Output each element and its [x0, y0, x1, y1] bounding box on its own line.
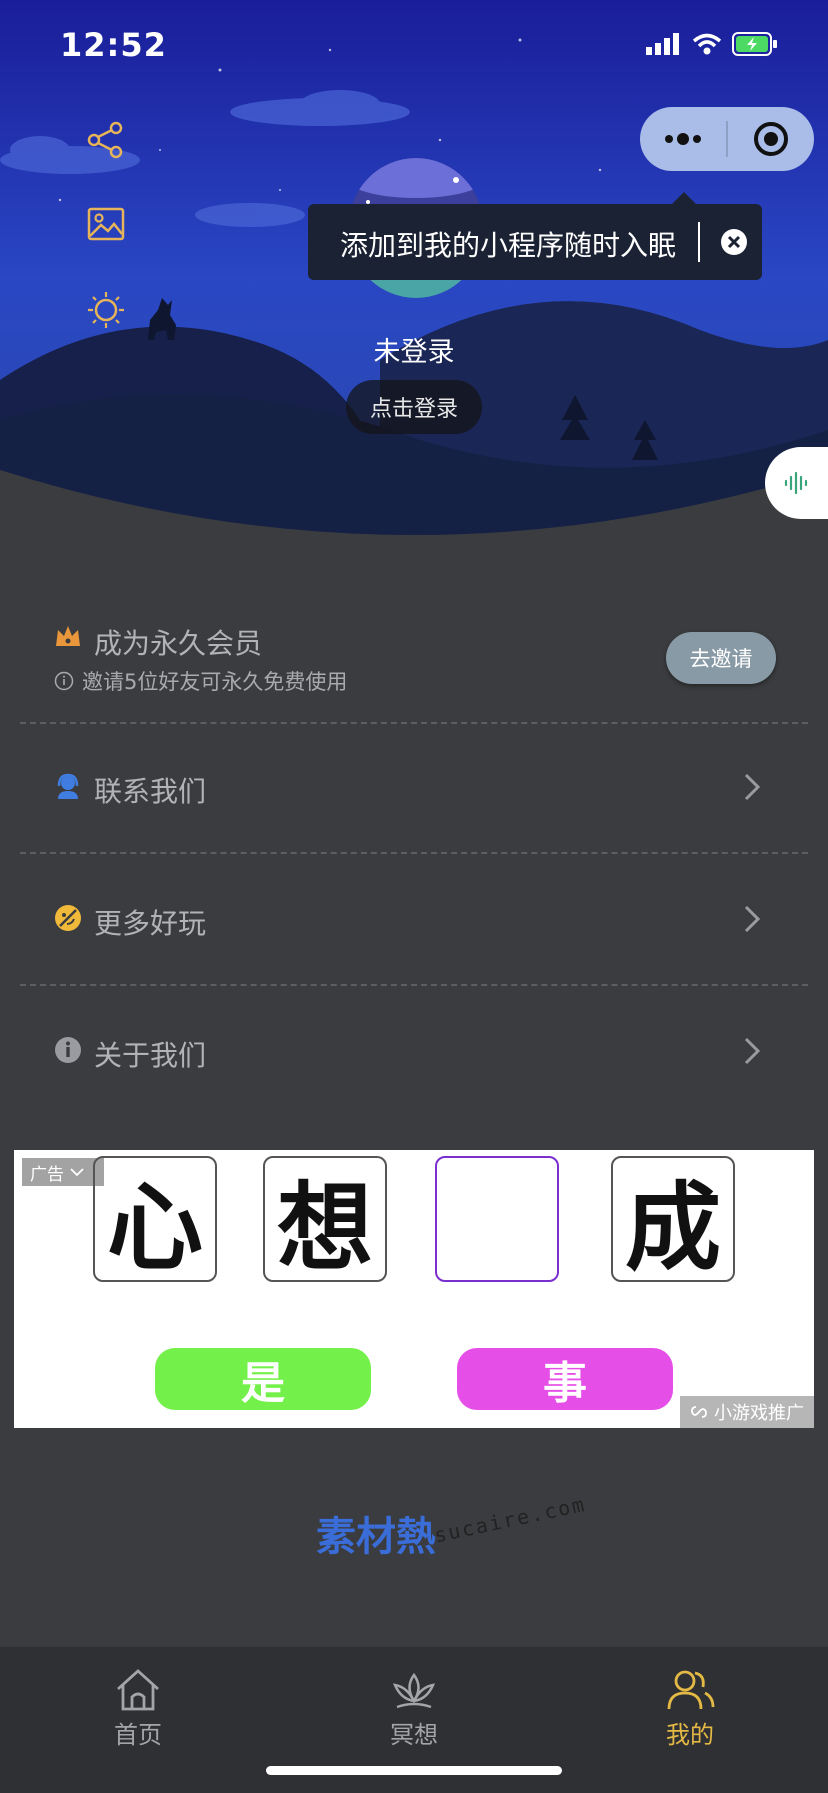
target-icon: [754, 122, 788, 156]
battery-icon: [732, 32, 777, 56]
tab-mine[interactable]: 我的: [630, 1667, 750, 1750]
theme-button[interactable]: [86, 290, 126, 330]
home-indicator[interactable]: [266, 1766, 562, 1775]
ad-source: 小游戏推广: [680, 1396, 814, 1428]
ad-label-text: 广告: [30, 1164, 64, 1185]
menu-item-label: 更多好玩: [94, 907, 207, 940]
user-icon: [667, 1670, 715, 1710]
membership-row: 成为永久会员 邀请5位好友可永久免费使用 去邀请: [20, 612, 808, 722]
image-button[interactable]: [86, 204, 126, 244]
sun-icon: [88, 292, 124, 328]
chevron-right-icon: [744, 1037, 761, 1065]
nickname: 未登录: [373, 337, 455, 368]
tab-home[interactable]: 首页: [78, 1667, 198, 1750]
more-button[interactable]: [640, 107, 726, 171]
link-icon: [691, 1406, 707, 1418]
idiom-blank: [435, 1156, 559, 1282]
chevron-down-icon: [70, 1168, 84, 1177]
idiom-char: 成: [611, 1156, 735, 1284]
image-icon: [87, 207, 125, 241]
watermark: 素材熱 sucaire.com: [316, 1492, 588, 1590]
membership-title: 成为永久会员: [94, 627, 263, 660]
idiom-char: 想: [263, 1156, 387, 1284]
wifi-icon: [692, 33, 722, 55]
chevron-right-icon: [744, 905, 761, 933]
ellipsis-icon: [665, 133, 701, 145]
add-to-favorites-tooltip: 添加到我的小程序随时入眠: [308, 204, 762, 280]
status-time: 12:52: [60, 26, 167, 64]
lotus-icon: [392, 1672, 436, 1709]
menu-item-contact-us[interactable]: 联系我们: [20, 722, 808, 852]
ad-banner[interactable]: 广告 心 想 成 是 事 小游戏推广: [14, 1150, 814, 1428]
menu-item-label: 联系我们: [94, 775, 207, 808]
membership-subtitle-text: 邀请5位好友可永久免费使用: [82, 670, 348, 694]
answer-option[interactable]: 事: [457, 1348, 673, 1410]
crown-icon: [56, 626, 80, 646]
chevron-right-icon: [744, 773, 761, 801]
info-icon: [55, 1037, 81, 1063]
tab-label: 我的: [666, 1721, 714, 1749]
watermark-logo: 素材熱: [316, 1514, 436, 1560]
menu-item-more-fun[interactable]: 更多好玩: [20, 854, 808, 984]
menu-item-about-us[interactable]: 关于我们: [20, 986, 808, 1116]
ad-source-text: 小游戏推广: [714, 1403, 804, 1424]
exit-button[interactable]: [728, 107, 814, 171]
menu-item-label: 关于我们: [94, 1039, 207, 1072]
profile-header: 12:52 添加到我的小程序随时入眠 未登录 点击登录: [0, 0, 828, 560]
voice-button[interactable]: [765, 447, 828, 519]
status-bar: 12:52: [0, 0, 828, 100]
share-button[interactable]: [86, 120, 126, 160]
ad-label[interactable]: 广告: [22, 1158, 104, 1186]
home-icon: [117, 1669, 159, 1711]
smile-icon: [55, 905, 81, 931]
idiom-char: 心: [93, 1156, 217, 1284]
tab-meditation[interactable]: 冥想: [354, 1667, 474, 1750]
signal-icon: [646, 33, 679, 55]
tab-label: 首页: [114, 1721, 162, 1749]
miniprogram-capsule: [640, 107, 814, 171]
tooltip-arrow: [672, 192, 696, 204]
watermark-url: sucaire.com: [432, 1491, 589, 1548]
headset-icon: [57, 773, 79, 799]
close-icon[interactable]: [720, 228, 748, 256]
tab-label: 冥想: [390, 1721, 438, 1749]
soundwave-icon: [784, 472, 807, 494]
info-outline-icon: [54, 671, 74, 691]
invite-button[interactable]: 去邀请: [666, 632, 776, 684]
login-button[interactable]: 点击登录: [346, 380, 482, 434]
membership-subtitle: 邀请5位好友可永久免费使用: [54, 666, 347, 696]
answer-option[interactable]: 是: [155, 1348, 371, 1410]
status-icons: [646, 32, 778, 56]
share-icon: [87, 121, 123, 159]
tooltip-divider: [698, 222, 700, 262]
tooltip-text: 添加到我的小程序随时入眠: [340, 229, 677, 262]
